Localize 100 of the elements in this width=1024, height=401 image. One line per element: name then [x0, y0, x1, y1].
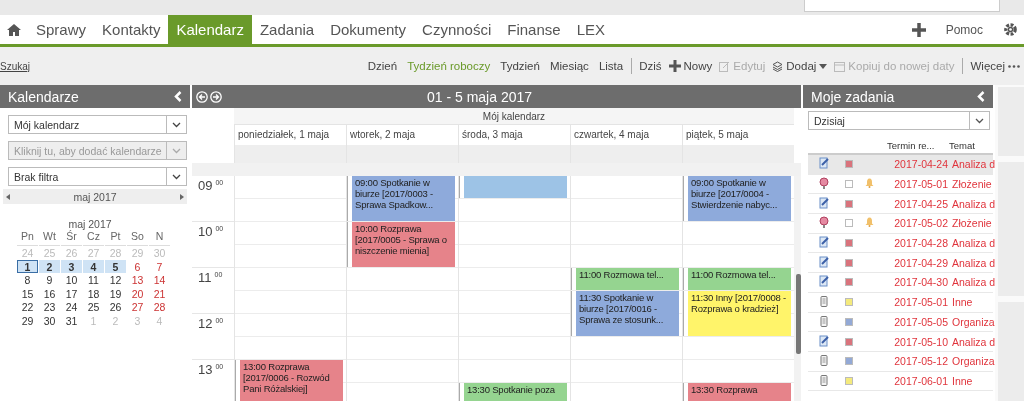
calendar-title: 01 - 5 maja 2017 — [425, 88, 534, 105]
calendar-event[interactable]: 11:30 Inny [2017/0008 - Rozprawa o kradzież] — [684, 291, 791, 336]
settings-icon[interactable] — [1003, 22, 1018, 37]
task-date: 2017-04-28 — [893, 237, 949, 250]
calendar-event[interactable]: 09:00 Spotkanie w biurze [2017/0004 - Stwierdzenie nabyc... — [684, 176, 791, 221]
calendar-day[interactable]: 5 — [105, 259, 126, 273]
calendar-day[interactable]: 10 — [61, 273, 82, 287]
collapse-icon[interactable] — [977, 91, 985, 102]
task-row[interactable]: 2017-04-29 Analiza d — [808, 253, 993, 274]
task-row[interactable]: 2017-05-05 Organiza — [808, 312, 993, 333]
dropdown[interactable]: Brak filtra — [8, 167, 187, 186]
collapse-icon[interactable] — [174, 91, 182, 102]
task-row[interactable]: 2017-05-02 Złożenie — [808, 214, 993, 234]
calendar-day[interactable]: 20 — [127, 286, 148, 300]
task-row[interactable]: 2017-05-01 Inne — [808, 292, 993, 313]
next-icon[interactable] — [180, 193, 184, 200]
home-icon[interactable] — [6, 22, 22, 37]
calendar-icon — [834, 60, 846, 72]
previous-icon[interactable] — [196, 90, 208, 103]
alarm-icon — [818, 177, 830, 190]
nav-tab[interactable]: Dokumenty — [322, 15, 415, 44]
calendar-day[interactable]: 28 — [149, 300, 170, 314]
calendar-event[interactable]: 11:30 Spotkanie w biurze [2017/0016 - Sprawa ze stosunk... — [572, 291, 679, 336]
calendar-day[interactable]: 6 — [127, 259, 148, 273]
calendar-day[interactable]: 17 — [61, 286, 82, 300]
toolbar-action[interactable]: Nowy — [668, 60, 713, 72]
nav-tab[interactable]: Czynności — [414, 15, 500, 44]
task-row[interactable]: 2017-04-25 Analiza d — [808, 194, 993, 215]
weekday-label: N — [149, 230, 170, 246]
calendar-day[interactable]: 15 — [17, 286, 38, 300]
task-row[interactable]: 2017-05-01 Złożenie — [808, 174, 993, 195]
search-link[interactable]: Szukaj — [0, 61, 30, 72]
notepad-icon — [818, 255, 830, 268]
calendar-day[interactable]: 8 — [17, 273, 38, 287]
calendar-event[interactable]: 13:00 Rozprawa [2017/0006 - Rozwód Pani Różalskiej] — [236, 360, 343, 401]
calendar-day[interactable]: 21 — [149, 286, 170, 300]
top-search-field[interactable] — [804, 0, 1000, 12]
calendar-day[interactable]: 26 — [105, 300, 126, 314]
calendar-day[interactable]: 31 — [61, 313, 82, 327]
view-tab[interactable]: Dzień — [367, 60, 398, 72]
calendar-event[interactable]: 10:00 Rozprawa [2017/0005 - Sprawa o niszczenie mienia] — [348, 222, 455, 267]
calendar-day[interactable]: 16 — [39, 286, 60, 300]
calendar-day[interactable]: 7 — [149, 259, 170, 273]
calendar-day[interactable]: 4 — [83, 259, 104, 273]
help-link[interactable]: Pomoc — [931, 15, 997, 44]
toolbar-action[interactable]: Więcej — [970, 60, 1020, 72]
calendar-day[interactable]: 29 — [17, 313, 38, 327]
calendar-day[interactable]: 22 — [17, 300, 38, 314]
calendar-day[interactable]: 3 — [61, 259, 82, 273]
calendar-day[interactable]: 18 — [83, 286, 104, 300]
task-row[interactable]: 2017-04-24 Analiza d — [808, 155, 993, 175]
dropdown[interactable]: Dzisiaj — [808, 111, 990, 130]
notepad-icon — [818, 236, 830, 249]
calendar-day[interactable]: 24 — [61, 300, 82, 314]
nav-tab[interactable]: Finanse — [499, 15, 569, 44]
toolbar-action[interactable]: Dziś — [639, 60, 662, 72]
calendar-day[interactable]: 12 — [105, 273, 126, 287]
task-topic: Analiza d — [952, 158, 996, 171]
previous-icon[interactable] — [6, 193, 10, 200]
task-row[interactable]: 2017-05-10 Analiza d — [808, 332, 993, 352]
view-tab[interactable]: Tydzień — [500, 60, 540, 72]
panel-title: Kalendarze — [8, 88, 79, 105]
dropdown[interactable]: Mój kalendarz — [8, 115, 187, 134]
calendar-day[interactable]: 25 — [83, 300, 104, 314]
task-row[interactable]: 2017-04-30 Analiza d — [808, 273, 993, 293]
task-row[interactable]: 2017-04-28 Analiza d — [808, 233, 993, 254]
hour-label: 11 $^{00}$ — [198, 270, 223, 285]
calendar-day[interactable]: 2 — [39, 259, 60, 273]
weekday-label: Śr — [61, 230, 82, 246]
hour-label: 12 $^{00}$ — [198, 316, 224, 331]
calendar-event[interactable]: 09:00 Spotkanie w biurze [2017/0003 - Sprawa Spadkow... — [348, 176, 455, 221]
caret-icon — [172, 173, 181, 180]
hour-label: 10 $^{00}$ — [198, 224, 224, 239]
task-topic: Złożenie — [952, 217, 993, 230]
next-icon[interactable] — [210, 90, 222, 103]
calendar-day[interactable]: 13 — [127, 273, 148, 287]
toolbar-action[interactable]: Dodaj — [772, 60, 828, 72]
nav-tab[interactable]: Sprawy — [28, 15, 95, 44]
calendar-day[interactable]: 11 — [83, 273, 104, 287]
calendar-day[interactable]: 9 — [39, 273, 60, 287]
nav-tab[interactable]: LEX — [568, 15, 613, 44]
calendar-day[interactable]: 27 — [127, 300, 148, 314]
task-row[interactable]: 2017-05-12 Organiza — [808, 351, 993, 372]
view-tab[interactable]: Lista — [598, 60, 624, 72]
task-row[interactable]: 2017-06-01 Inne — [808, 371, 993, 392]
calendar-day[interactable]: 30 — [39, 313, 60, 327]
calendar-day[interactable]: 23 — [39, 300, 60, 314]
calendar-day[interactable]: 19 — [105, 286, 126, 300]
nav-tab[interactable]: Zadania — [251, 15, 323, 44]
scrollbar[interactable] — [794, 176, 801, 401]
task-topic: Inne — [952, 374, 974, 387]
column-header[interactable]: Termin re... — [887, 139, 949, 151]
calendar-day[interactable]: 14 — [149, 273, 170, 287]
column-header[interactable]: Temat — [949, 139, 993, 151]
calendar-day[interactable]: 1 — [17, 259, 38, 273]
plus-icon — [911, 22, 926, 37]
edit-icon — [719, 60, 731, 72]
view-tab[interactable]: Miesiąc — [549, 60, 589, 72]
nav-tab[interactable]: Kontakty — [94, 15, 169, 44]
task-topic: Analiza d — [952, 197, 996, 210]
